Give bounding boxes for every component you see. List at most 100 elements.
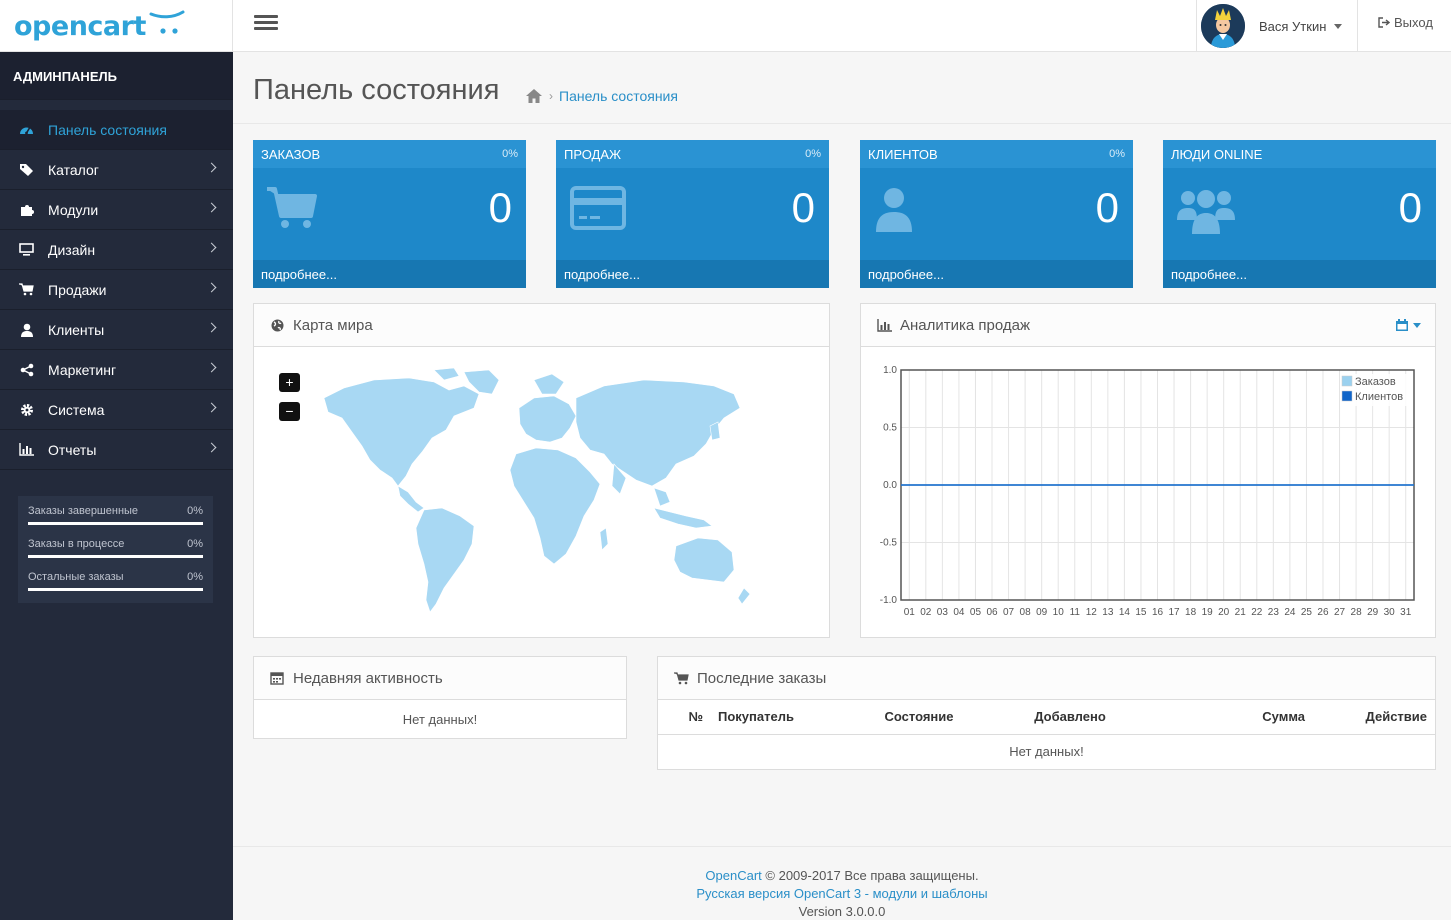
x-tick-label: 03 — [937, 607, 949, 618]
legend-label: Заказов — [1355, 376, 1396, 388]
panel-heading: Аналитика продаж — [861, 304, 1435, 347]
empty-message: Нет данных! — [1009, 743, 1084, 759]
sidebar-item-customers[interactable]: Клиенты — [0, 310, 233, 350]
stat-row: Остальные заказы 0% — [28, 571, 203, 604]
world-map[interactable] — [314, 368, 774, 618]
sidebar-item-label: Клиенты — [48, 321, 105, 338]
sidebar-item-label: Система — [48, 401, 105, 418]
breadcrumb: › Панель состояния — [525, 88, 678, 104]
logout-label: Выход — [1394, 15, 1433, 30]
puzzle-icon — [18, 201, 35, 218]
credit-card-icon — [570, 186, 626, 230]
logo[interactable]: opencart — [0, 0, 233, 52]
gear-icon — [18, 401, 35, 418]
x-tick-label: 25 — [1301, 607, 1313, 618]
logout-button[interactable]: Выход — [1378, 15, 1433, 30]
x-tick-label: 26 — [1317, 607, 1329, 618]
monitor-icon — [18, 241, 35, 258]
cart-icon — [267, 187, 317, 228]
tile-value: 0 — [488, 184, 512, 231]
tag-icon — [18, 161, 35, 178]
tile-more-link[interactable]: подробнее... — [1163, 260, 1436, 288]
cart-icon — [18, 281, 35, 298]
user-icon — [876, 188, 912, 232]
avatar — [1201, 4, 1245, 48]
x-tick-label: 27 — [1334, 607, 1346, 618]
tile-more-link[interactable]: подробнее... — [253, 260, 526, 288]
user-menu[interactable]: Вася Уткин — [1196, 0, 1358, 52]
calendar-icon — [1396, 319, 1408, 331]
menu-toggle-button[interactable] — [254, 12, 278, 36]
bar-chart-icon — [876, 317, 892, 333]
breadcrumb-link[interactable]: Панель состояния — [559, 88, 678, 104]
range-dropdown-button[interactable] — [1395, 319, 1421, 332]
sidebar-menu: Панель состояния Каталог Модули Дизайн П… — [0, 110, 233, 470]
legend-label: Клиентов — [1355, 391, 1403, 403]
sidebar-item-catalog[interactable]: Каталог — [0, 150, 233, 190]
x-tick-label: 17 — [1168, 607, 1180, 618]
tile-sales: ПРОДАЖ 0% 0 подробнее... — [556, 140, 829, 288]
column-header: Состояние — [863, 700, 975, 735]
legend-swatch — [1341, 390, 1353, 402]
tile-customers: КЛИЕНТОВ 0% 0 подробнее... — [860, 140, 1133, 288]
tile-title: ПРОДАЖ — [564, 147, 622, 162]
stat-row: Заказы завершенные 0% — [28, 505, 203, 538]
sidebar-item-marketing[interactable]: Маркетинг — [0, 350, 233, 390]
opencart-link[interactable]: OpenCart — [705, 868, 761, 883]
table-row: Нет данных! — [658, 734, 1435, 768]
copyright-text: © 2009-2017 Все права защищены. — [761, 868, 979, 883]
sidebar-item-label: Модули — [48, 201, 99, 218]
y-tick-label: -1.0 — [880, 595, 898, 606]
x-tick-label: 22 — [1251, 607, 1263, 618]
cart-icon — [673, 670, 689, 686]
sidebar-item-reports[interactable]: Отчеты — [0, 430, 233, 470]
sidebar: АДМИНПАНЕЛЬ Панель состояния Каталог Мод… — [0, 52, 233, 920]
russian-version-link[interactable]: Русская версия OpenCart 3 - модули и шаб… — [696, 886, 987, 901]
x-tick-label: 05 — [970, 607, 982, 618]
x-tick-label: 04 — [953, 607, 965, 618]
sidebar-item-design[interactable]: Дизайн — [0, 230, 233, 270]
x-tick-label: 20 — [1218, 607, 1230, 618]
page-header: Панель состояния › Панель состояния — [233, 52, 1451, 124]
calendar-icon — [269, 670, 285, 686]
x-tick-label: 19 — [1202, 607, 1214, 618]
x-tick-label: 23 — [1268, 607, 1280, 618]
panel-title: Последние заказы — [697, 669, 827, 687]
table-header-row: № Покупатель Состояние Добавлено Сумма Д… — [658, 700, 1435, 735]
chevron-right-icon — [206, 322, 217, 333]
recent-activity-panel: Недавняя активность Нет данных! — [253, 656, 627, 739]
sidebar-item-sales[interactable]: Продажи — [0, 270, 233, 310]
panel-title: Недавняя активность — [293, 669, 443, 687]
y-tick-label: 0.0 — [883, 480, 897, 491]
orders-table: № Покупатель Состояние Добавлено Сумма Д… — [658, 700, 1435, 768]
x-tick-label: 09 — [1036, 607, 1048, 618]
x-tick-label: 13 — [1102, 607, 1114, 618]
tile-more-link[interactable]: подробнее... — [860, 260, 1133, 288]
sidebar-item-modules[interactable]: Модули — [0, 190, 233, 230]
zoom-in-button[interactable]: + — [279, 373, 300, 392]
tile-more-link[interactable]: подробнее... — [556, 260, 829, 288]
tile-percent: 0% — [502, 148, 518, 160]
x-tick-label: 15 — [1135, 607, 1147, 618]
y-tick-label: 1.0 — [883, 365, 897, 376]
home-icon[interactable] — [525, 88, 543, 104]
chevron-right-icon — [206, 202, 217, 213]
panel-title: Карта мира — [293, 316, 373, 334]
x-tick-label: 31 — [1400, 607, 1412, 618]
x-tick-label: 10 — [1053, 607, 1065, 618]
tile-value: 0 — [1398, 184, 1422, 231]
stat-progress-bar — [28, 555, 203, 558]
sidebar-item-system[interactable]: Система — [0, 390, 233, 430]
x-tick-label: 21 — [1235, 607, 1247, 618]
sidebar-item-label: Продажи — [48, 281, 107, 298]
x-tick-label: 29 — [1367, 607, 1379, 618]
x-tick-label: 07 — [1003, 607, 1015, 618]
tile-title: КЛИЕНТОВ — [868, 147, 938, 162]
globe-icon — [269, 317, 285, 333]
sidebar-item-dashboard[interactable]: Панель состояния — [0, 110, 233, 150]
chevron-right-icon — [206, 442, 217, 453]
chevron-right-icon — [206, 242, 217, 253]
stat-label: Заказы в процессе — [28, 538, 125, 550]
stat-progress-bar — [28, 588, 203, 591]
zoom-out-button[interactable]: − — [279, 402, 300, 421]
